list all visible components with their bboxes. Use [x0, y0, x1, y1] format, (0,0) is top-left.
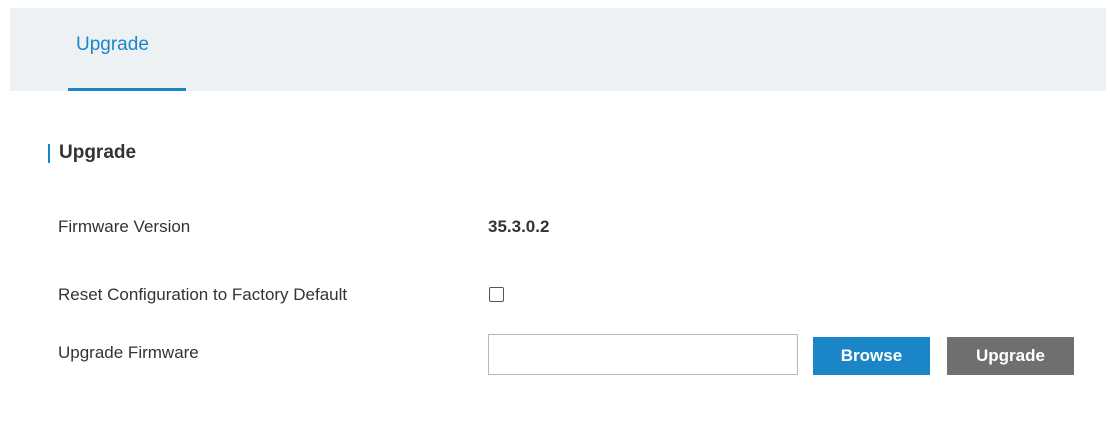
tab-bar: Upgrade	[10, 8, 1106, 91]
upgrade-firmware-label: Upgrade Firmware	[58, 343, 199, 362]
section-header: Upgrade	[48, 141, 136, 165]
tab-upgrade[interactable]: Upgrade	[68, 8, 186, 91]
firmware-version-label: Firmware Version	[58, 217, 191, 236]
reset-factory-default-label: Reset Configuration to Factory Default	[58, 285, 348, 304]
section-accent-bar	[48, 143, 50, 163]
section-title: Upgrade	[59, 142, 137, 163]
firmware-file-input[interactable]	[488, 334, 798, 375]
browse-button[interactable]: Browse	[813, 337, 930, 375]
firmware-version-value: 35.3.0.2	[488, 217, 550, 236]
tab-upgrade-label: Upgrade	[76, 34, 149, 55]
active-tab-indicator	[68, 88, 186, 91]
reset-factory-default-checkbox[interactable]	[489, 287, 504, 302]
upgrade-button[interactable]: Upgrade	[947, 337, 1074, 375]
